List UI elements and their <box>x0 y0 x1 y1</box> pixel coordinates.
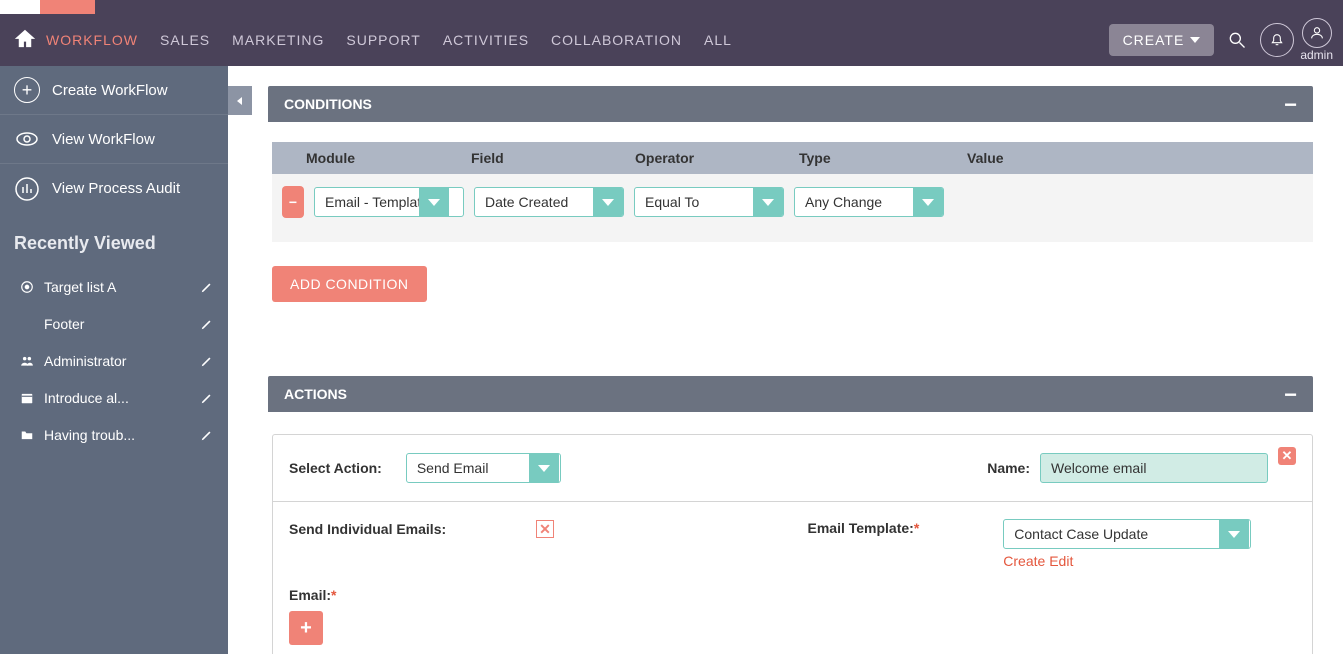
nav-marketing[interactable]: MARKETING <box>232 32 324 48</box>
select-value: Any Change <box>795 194 913 210</box>
col-operator: Operator <box>625 150 789 166</box>
chevron-down-icon <box>753 187 783 217</box>
conditions-header-row: Module Field Operator Type Value <box>272 142 1313 174</box>
condition-type-select[interactable]: Any Change <box>794 187 944 217</box>
top-tab-strip <box>0 0 1343 14</box>
select-action-dropdown[interactable]: Send Email <box>406 453 561 483</box>
actions-title: ACTIONS <box>284 386 347 402</box>
pencil-icon[interactable] <box>200 317 214 331</box>
target-icon <box>18 280 36 294</box>
collapse-minus-icon[interactable]: − <box>1284 99 1297 110</box>
condition-field-select[interactable]: Date Created <box>474 187 624 217</box>
chevron-down-icon <box>1219 519 1249 549</box>
collapse-minus-icon[interactable]: − <box>1284 389 1297 400</box>
chevron-down-icon <box>593 187 623 217</box>
select-value: Date Created <box>475 194 593 210</box>
recent-label: Introduce al... <box>44 390 192 406</box>
pencil-icon[interactable] <box>200 428 214 442</box>
conditions-body: Module Field Operator Type Value − Email… <box>268 122 1313 342</box>
create-label: CREATE <box>1123 32 1185 48</box>
action-name-input[interactable] <box>1040 453 1268 483</box>
notifications-icon[interactable] <box>1260 23 1294 57</box>
col-type: Type <box>789 150 957 166</box>
email-template-select[interactable]: Contact Case Update <box>1003 519 1251 549</box>
plus-circle-icon: + <box>14 77 40 103</box>
conditions-header: CONDITIONS − <box>268 86 1313 122</box>
chevron-down-icon <box>1190 37 1200 43</box>
user-menu[interactable]: admin <box>1300 18 1333 62</box>
select-value: Send Email <box>407 460 529 476</box>
select-value: Equal To <box>635 194 753 210</box>
recent-label: Footer <box>44 316 192 332</box>
top-navigation: WORKFLOW SALES MARKETING SUPPORT ACTIVIT… <box>0 14 1343 66</box>
col-module: Module <box>296 150 461 166</box>
actions-header: ACTIONS − <box>268 376 1313 412</box>
add-condition-button[interactable]: ADD CONDITION <box>272 266 427 302</box>
select-value: Contact Case Update <box>1004 526 1219 542</box>
nav-collaboration[interactable]: COLLABORATION <box>551 32 682 48</box>
create-button[interactable]: CREATE <box>1109 24 1215 56</box>
edit-template-link[interactable]: Edit <box>1049 553 1073 569</box>
create-template-link[interactable]: Create <box>1003 553 1045 569</box>
recent-item[interactable]: Footer <box>0 305 228 342</box>
nav-activities[interactable]: ACTIVITIES <box>443 32 529 48</box>
select-action-label: Select Action: <box>289 460 382 476</box>
recent-item[interactable]: Having troub... <box>0 416 228 453</box>
select-value: Email - Templates <box>315 194 419 210</box>
recent-item[interactable]: Administrator <box>0 342 228 379</box>
recent-item[interactable]: Target list A <box>0 268 228 305</box>
pencil-icon[interactable] <box>200 391 214 405</box>
sidebar-view-process-audit[interactable]: View Process Audit <box>0 164 228 213</box>
sidebar-create-workflow[interactable]: + Create WorkFlow <box>0 66 228 115</box>
remove-condition-icon[interactable]: − <box>282 186 304 218</box>
side-label: View Process Audit <box>52 180 180 197</box>
search-icon[interactable] <box>1220 23 1254 57</box>
condition-row: − Email - Templates Date Created Equal T… <box>272 174 1313 242</box>
bars-circle-icon <box>14 176 40 202</box>
side-label: Create WorkFlow <box>52 82 168 99</box>
recent-label: Having troub... <box>44 427 192 443</box>
people-icon <box>18 354 36 368</box>
sidebar: + Create WorkFlow View WorkFlow View Pro… <box>0 66 228 654</box>
main-content: CONDITIONS − Module Field Operator Type … <box>228 66 1343 654</box>
top-tab-blank <box>0 0 40 14</box>
action-card: Select Action: Send Email Name: ✕ <box>272 434 1313 654</box>
email-label: Email:* <box>289 587 336 603</box>
recent-item[interactable]: Introduce al... <box>0 379 228 416</box>
col-value: Value <box>957 150 1313 166</box>
nav-support[interactable]: SUPPORT <box>346 32 420 48</box>
actions-body: Select Action: Send Email Name: ✕ <box>268 434 1313 654</box>
remove-action-icon[interactable]: ✕ <box>1278 447 1296 465</box>
pencil-icon[interactable] <box>200 354 214 368</box>
top-tab-active <box>40 0 95 14</box>
nav-sales[interactable]: SALES <box>160 32 210 48</box>
calendar-icon <box>18 391 36 405</box>
recent-label: Administrator <box>44 353 192 369</box>
nav-all[interactable]: ALL <box>704 32 732 48</box>
send-individual-checkbox[interactable]: ✕ <box>536 520 554 538</box>
eye-icon <box>14 126 40 152</box>
chevron-down-icon <box>419 187 449 217</box>
sidebar-view-workflow[interactable]: View WorkFlow <box>0 115 228 164</box>
condition-module-select[interactable]: Email - Templates <box>314 187 464 217</box>
email-template-label: Email Template:* <box>808 520 920 536</box>
name-label: Name: <box>987 460 1030 476</box>
pencil-icon[interactable] <box>200 280 214 294</box>
recent-label: Target list A <box>44 279 192 295</box>
sidebar-collapse-icon[interactable] <box>228 86 252 115</box>
username-label: admin <box>1300 48 1333 62</box>
chevron-down-icon <box>913 187 943 217</box>
chevron-down-icon <box>529 453 559 483</box>
home-icon[interactable] <box>14 28 38 52</box>
recently-viewed-header: Recently Viewed <box>0 213 228 268</box>
send-individual-label: Send Individual Emails: <box>289 521 446 537</box>
condition-operator-select[interactable]: Equal To <box>634 187 784 217</box>
side-label: View WorkFlow <box>52 131 155 148</box>
conditions-title: CONDITIONS <box>284 96 372 112</box>
nav-workflow[interactable]: WORKFLOW <box>46 32 138 48</box>
avatar-icon <box>1302 18 1332 48</box>
col-field: Field <box>461 150 625 166</box>
add-email-button[interactable]: + <box>289 611 323 645</box>
folder-icon <box>18 428 36 442</box>
